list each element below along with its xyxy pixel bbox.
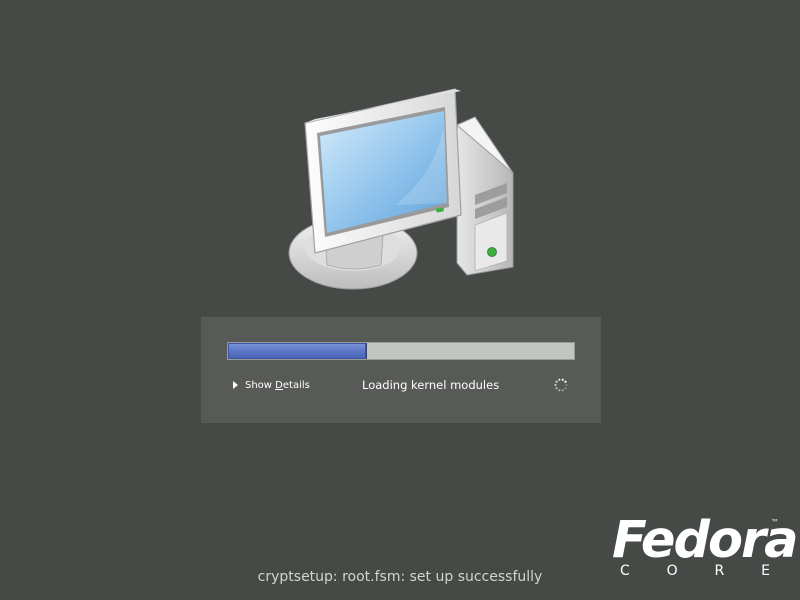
spinner-dot — [561, 378, 564, 381]
core-letter: E — [761, 563, 770, 579]
spinner-dot — [555, 387, 558, 390]
spinner-dot — [565, 383, 568, 387]
spinner-icon — [554, 378, 568, 392]
computer-icon — [288, 88, 514, 290]
boot-progress-panel: Show Details Loading kernel modules — [201, 317, 601, 423]
core-letter: O — [666, 563, 678, 579]
core-letter: R — [714, 563, 725, 579]
core-wordmark: C O R E — [620, 563, 770, 579]
show-details-label: Show Details — [245, 379, 310, 391]
trademark-mark: ™ — [771, 518, 779, 527]
core-letter: C — [620, 563, 630, 579]
progress-bar — [227, 342, 575, 360]
fedora-wordmark: Fedora — [612, 511, 799, 570]
spinner-dot — [564, 387, 567, 390]
spinner-dot — [555, 380, 558, 383]
spinner-dot — [558, 389, 561, 392]
spinner-dot — [558, 378, 561, 381]
spinner-dot — [561, 389, 564, 392]
triangle-right-icon — [233, 381, 238, 389]
show-details-toggle[interactable]: Show Details — [233, 378, 310, 392]
fedora-logo: Fedora ™ C O R E — [612, 512, 799, 584]
spinner-dot — [564, 380, 567, 383]
spinner-dot — [554, 383, 557, 387]
status-text: Loading kernel modules — [362, 378, 500, 392]
progress-fill — [228, 343, 368, 359]
